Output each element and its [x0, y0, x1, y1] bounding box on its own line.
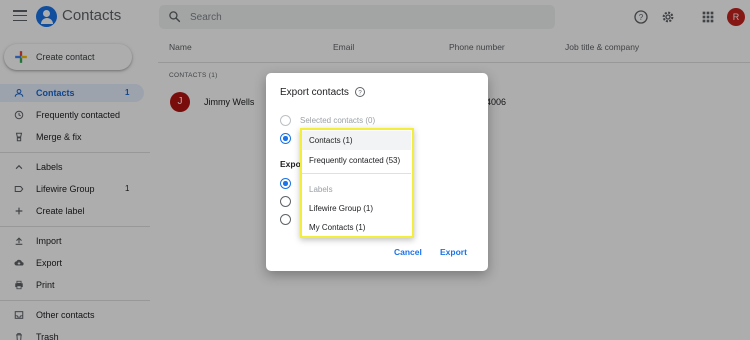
- radio-export-format-2[interactable]: [280, 196, 291, 207]
- dropdown-item-contacts[interactable]: Contacts (1): [302, 131, 411, 150]
- contacts-source-dropdown: Contacts (1) Frequently contacted (53) L…: [300, 128, 414, 238]
- dropdown-item-label: Contacts (1): [309, 136, 353, 145]
- export-as-heading: Expo: [280, 159, 301, 169]
- radio-contacts-source[interactable]: [280, 133, 291, 144]
- dropdown-item-lifewire-group[interactable]: Lifewire Group (1): [302, 199, 411, 218]
- radio-export-format-3[interactable]: [280, 214, 291, 225]
- radio-export-format-1[interactable]: [280, 178, 291, 189]
- svg-text:?: ?: [358, 90, 362, 96]
- radio-selected-contacts[interactable]: [280, 115, 291, 126]
- dropdown-labels-header: Labels: [309, 185, 333, 194]
- dropdown-item-frequently-contacted[interactable]: Frequently contacted (53): [302, 151, 411, 170]
- dropdown-item-label: My Contacts (1): [309, 223, 366, 232]
- dialog-title: Export contacts: [280, 87, 349, 98]
- option-selected-contacts-label: Selected contacts (0): [300, 116, 376, 125]
- dropdown-item-label: Lifewire Group (1): [309, 204, 374, 213]
- dropdown-item-label: Frequently contacted (53): [309, 156, 401, 165]
- dropdown-divider: [302, 173, 411, 174]
- export-button[interactable]: Export: [440, 247, 467, 257]
- help-icon[interactable]: ?: [354, 86, 366, 98]
- dropdown-item-my-contacts[interactable]: My Contacts (1): [302, 218, 411, 237]
- cancel-button[interactable]: Cancel: [394, 247, 422, 257]
